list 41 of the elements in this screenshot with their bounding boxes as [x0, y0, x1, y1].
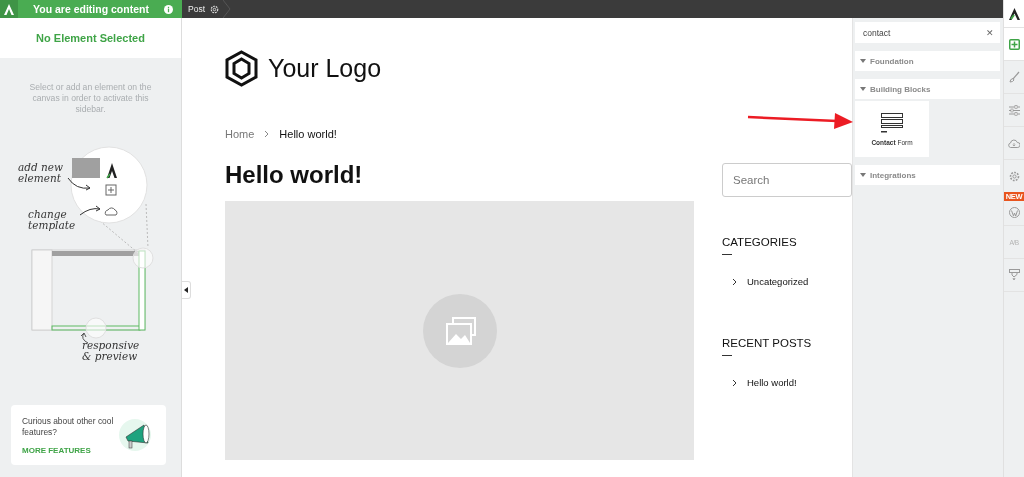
- widget-link[interactable]: Uncategorized: [747, 276, 809, 287]
- search-field[interactable]: Search: [722, 163, 852, 197]
- section-header[interactable]: Integrations: [855, 165, 1000, 185]
- breadcrumb-current: Hello world!: [279, 127, 337, 142]
- illustration-label: responsive & preview: [82, 340, 141, 362]
- form-icon: [881, 112, 903, 133]
- site-logo-text[interactable]: Your Logo: [268, 53, 382, 83]
- element-search-field[interactable]: contact ✕: [855, 22, 1000, 43]
- more-features-link[interactable]: MORE FEATURES: [22, 445, 118, 455]
- illustration-label: add new element: [18, 162, 64, 184]
- illustration-label: change template: [28, 209, 77, 231]
- add-icon[interactable]: [1008, 38, 1020, 50]
- caret-icon: [184, 287, 188, 293]
- wordpress-icon[interactable]: [1008, 206, 1020, 218]
- collapse-sidebar-button[interactable]: [182, 281, 191, 299]
- info-icon[interactable]: [164, 4, 173, 14]
- sidebar-title: No Element Selected: [36, 32, 145, 44]
- caret-icon: [860, 173, 866, 177]
- post-title: Hello world!: [225, 162, 364, 188]
- stamp-icon[interactable]: [1008, 269, 1020, 281]
- chevron-right-icon: [264, 130, 270, 138]
- widget-heading: RECENT POSTS: [722, 336, 813, 350]
- widget-heading: CATEGORIES: [722, 235, 798, 249]
- hexagon-logo-icon: [225, 49, 258, 87]
- logo-icon[interactable]: [1008, 7, 1020, 20]
- caret-icon: [860, 59, 866, 63]
- breadcrumb-link[interactable]: Home: [225, 126, 255, 142]
- promo-text: Curious about other cool features?: [22, 415, 115, 438]
- caret-icon: [860, 87, 866, 91]
- breadcrumb-link[interactable]: Post: [188, 4, 205, 14]
- editing-status-text: You are editing content: [32, 3, 150, 15]
- chevron-right-icon: [732, 277, 737, 286]
- image-icon: [422, 293, 497, 368]
- breadcrumb-separator-icon: [223, 0, 231, 18]
- brush-icon[interactable]: [1008, 71, 1020, 83]
- cloud-download-icon[interactable]: [1008, 138, 1020, 148]
- section-header[interactable]: Foundation: [855, 51, 1000, 71]
- section-header[interactable]: Building Blocks: [855, 79, 1000, 99]
- chevron-right-icon: [732, 378, 737, 387]
- widget-link[interactable]: Hello world!: [747, 377, 797, 388]
- sliders-icon[interactable]: [1008, 104, 1020, 116]
